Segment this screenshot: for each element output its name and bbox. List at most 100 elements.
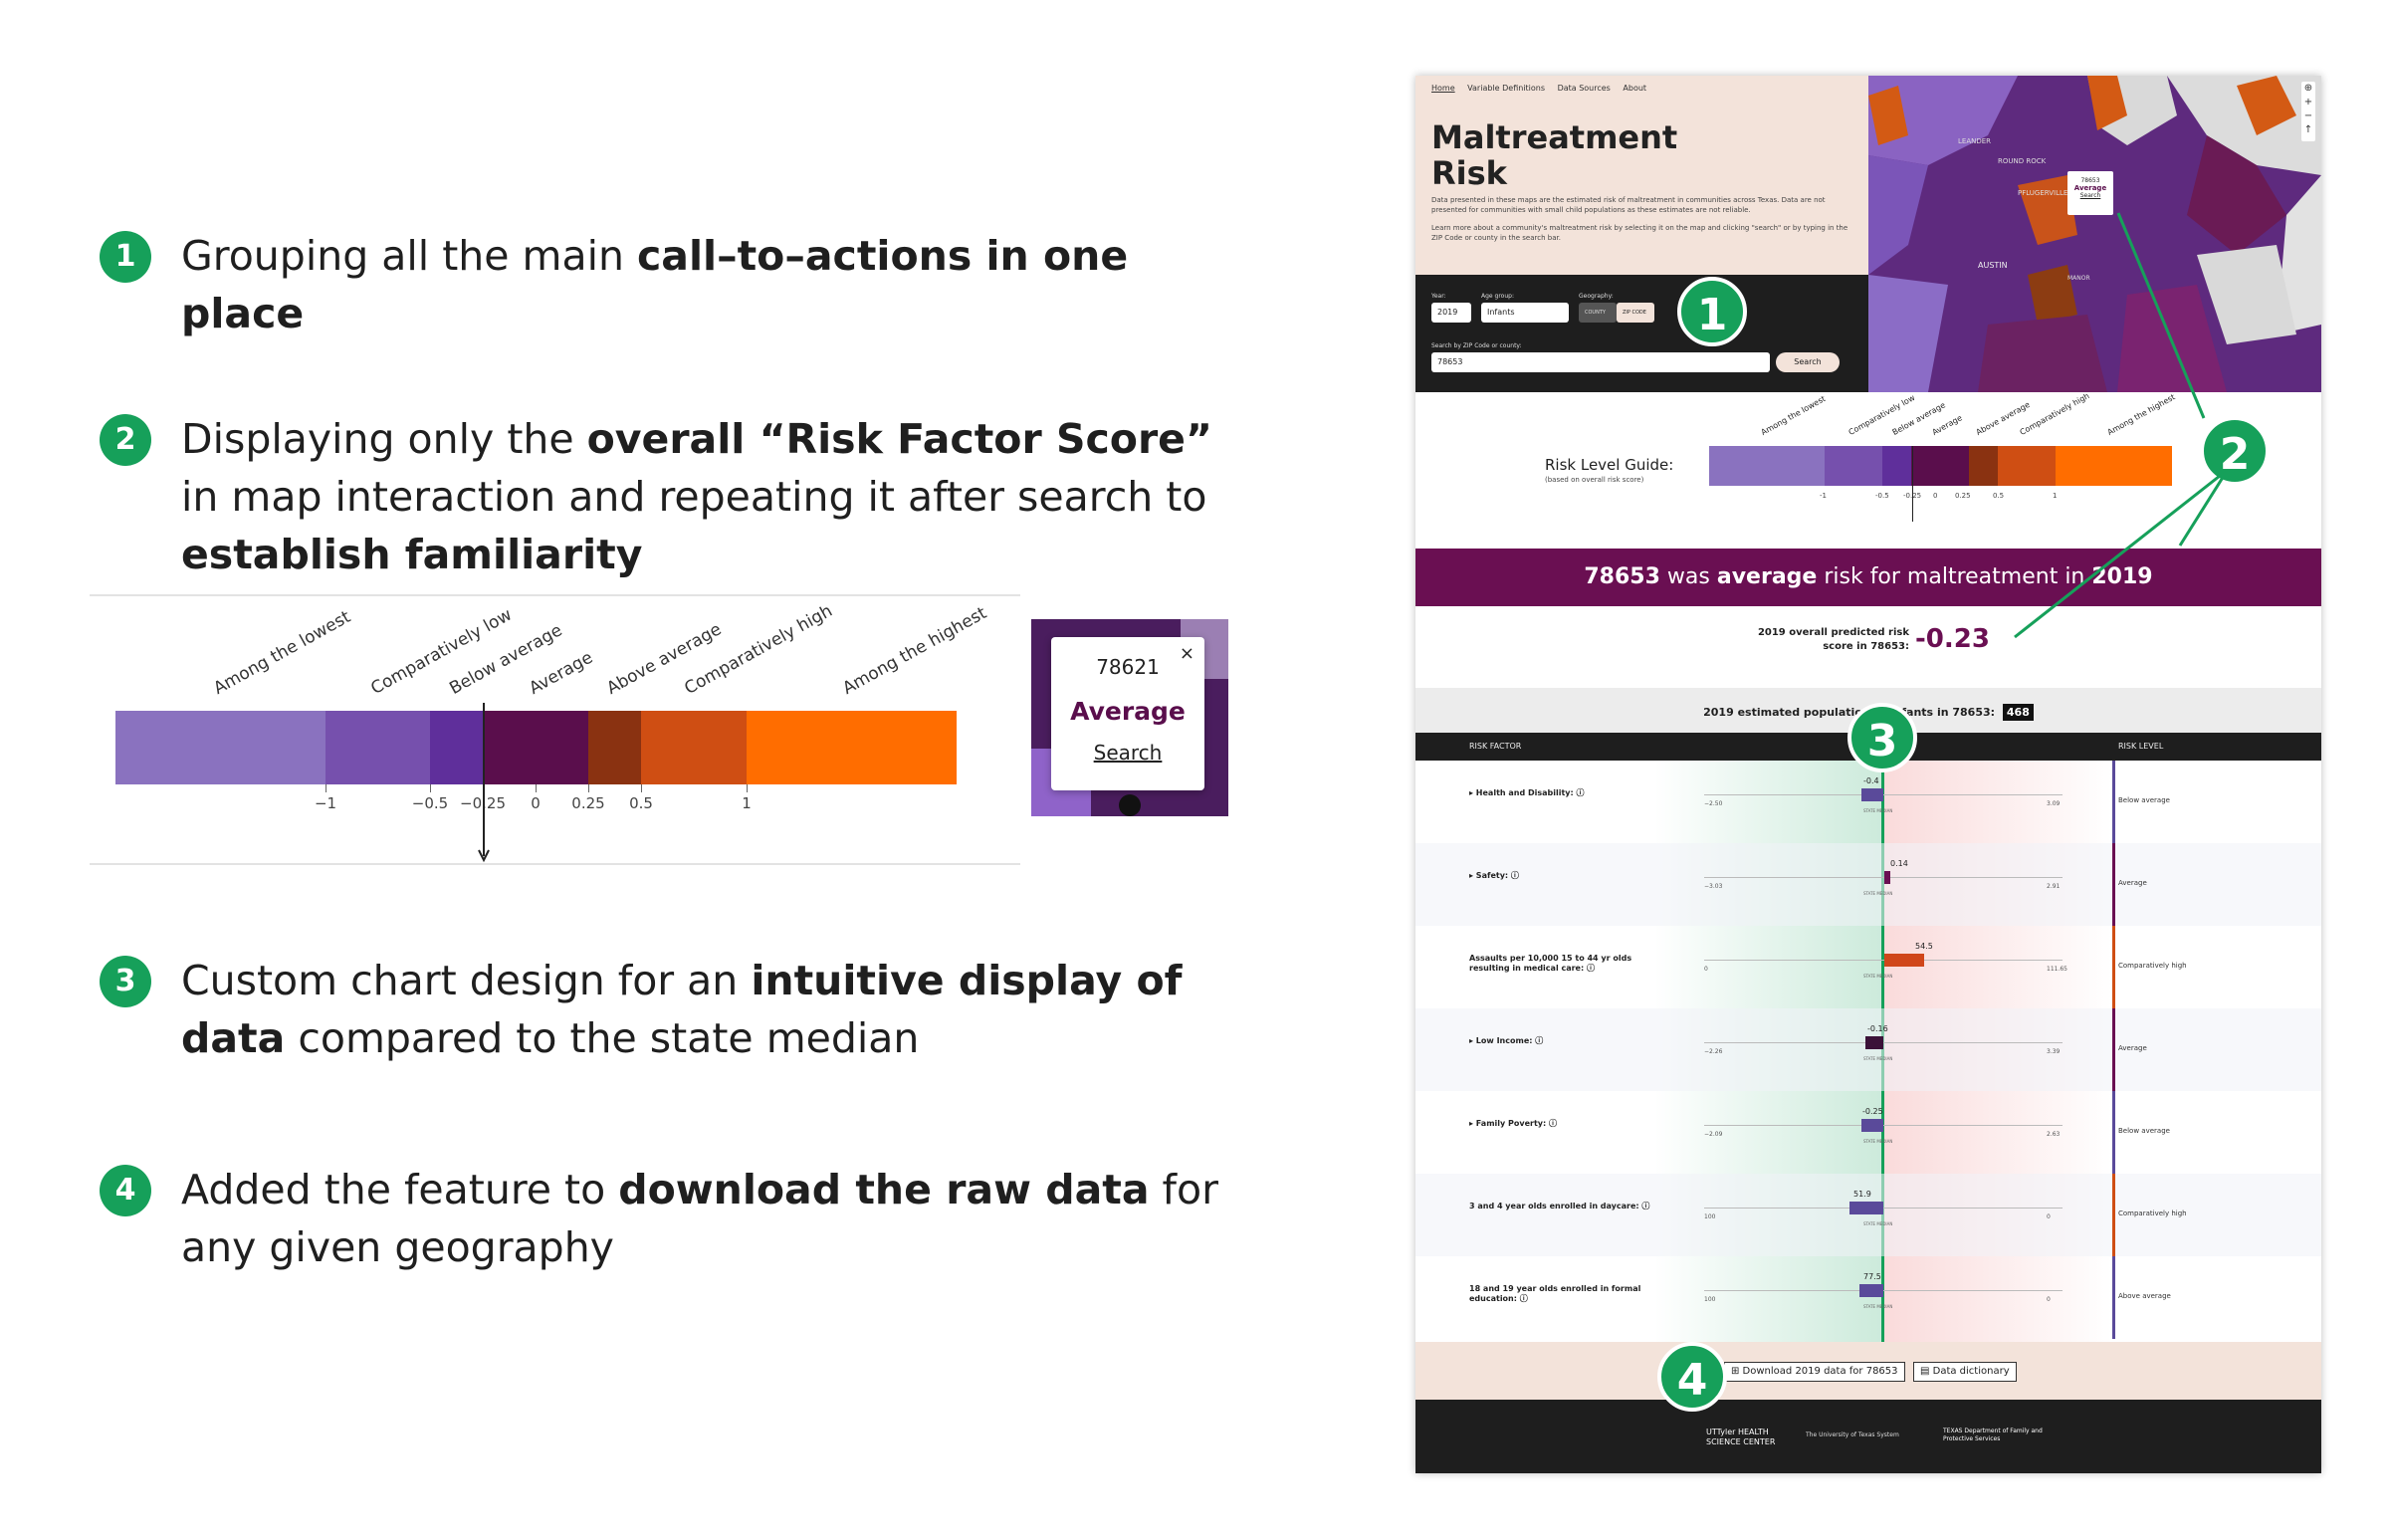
badge-3: 3: [1847, 703, 1917, 772]
intro-text: Data presented in these maps are the est…: [1431, 196, 1848, 242]
value-label: 51.9: [1853, 1190, 1871, 1199]
state-median-label: STATE MEDIAN: [1863, 1139, 1893, 1144]
tick-mark: [641, 784, 642, 792]
nav-about[interactable]: About: [1623, 84, 1646, 93]
site-nav: Home Variable Definitions Data Sources A…: [1431, 84, 1656, 93]
table-row[interactable]: 18 and 19 year olds enrolled in formal e…: [1415, 1256, 2321, 1339]
category-label: Among the lowest: [210, 606, 354, 699]
range-axis: [1704, 1125, 2063, 1126]
nav-variable-definitions[interactable]: Variable Definitions: [1467, 84, 1545, 93]
dfps-logo: TEXAS Department of Family and Protectiv…: [1943, 1428, 2043, 1442]
download-bar: ⊞ Download 2019 data for 78653 ▤ Data di…: [1415, 1342, 2321, 1400]
age-group-select[interactable]: Infants: [1481, 303, 1569, 323]
close-icon[interactable]: ×: [1180, 643, 1194, 664]
value-bar: [1884, 871, 1890, 884]
risk-level-text: Below average: [2118, 1127, 2170, 1135]
year-select[interactable]: 2019: [1431, 303, 1471, 323]
value-label: -0.4: [1863, 776, 1879, 785]
range-min: 100: [1704, 1213, 1716, 1220]
data-dictionary-button[interactable]: ▤ Data dictionary: [1913, 1362, 2017, 1382]
search-button[interactable]: Search: [1776, 352, 1840, 372]
callout-number: 2: [100, 414, 151, 466]
geography-label: Geography:: [1579, 293, 1614, 300]
risk-segment: [483, 711, 588, 784]
category-label: Comparatively low: [367, 604, 516, 699]
value-label: -0.25: [1862, 1107, 1883, 1116]
risk-level-text: Comparatively high: [2118, 962, 2187, 970]
table-row[interactable]: ▸ Health and Disability: ⓘ −2.50 3.09 -0.4 S…: [1415, 761, 2321, 843]
badge-2: 2: [2200, 416, 2270, 486]
table-row[interactable]: ▸ Low Income: ⓘ −2.26 3.39 -0.16 STATE MEDIA…: [1415, 1008, 2321, 1091]
tick-label: −1: [314, 794, 337, 812]
col-risk-factor: RISK FACTOR: [1469, 742, 1522, 751]
badge-1: 1: [1677, 277, 1747, 346]
risk-factor-label: ▸ Safety: ⓘ: [1469, 871, 1519, 880]
range-min: −2.26: [1704, 1048, 1723, 1055]
range-min: −3.03: [1704, 883, 1723, 890]
badge-4: 4: [1657, 1342, 1727, 1412]
age-group-label: Age group:: [1481, 293, 1514, 300]
value-bar: [1859, 1284, 1883, 1297]
table-row[interactable]: Assaults per 10,000 15 to 44 yr olds res…: [1415, 926, 2321, 1008]
table-row[interactable]: ▸ Safety: ⓘ −3.03 2.91 0.14 STATE MEDIAN Aver…: [1415, 843, 2321, 926]
state-median-label: STATE MEDIAN: [1863, 1056, 1893, 1061]
nav-data-sources[interactable]: Data Sources: [1558, 84, 1611, 93]
ut-system-logo: The University of Texas System: [1806, 1431, 1899, 1438]
risk-map[interactable]: LEANDER ROUND ROCK PFLUGERVILLE AUSTIN M…: [1868, 76, 2321, 392]
range-axis: [1704, 877, 2063, 878]
geography-county-toggle[interactable]: COUNTY: [1579, 303, 1617, 323]
map-popup-thumbnail: 78621 × Average Search: [1031, 619, 1228, 816]
map-popup: 78621 × Average Search: [1051, 637, 1204, 790]
callout-2: 2 Displaying only the overall “Risk Fact…: [100, 410, 1244, 583]
range-axis: [1704, 1208, 2063, 1209]
category-label: Among the highest: [839, 603, 990, 699]
risk-factor-label: 3 and 4 year olds enrolled in daycare: ⓘ: [1469, 1202, 1650, 1210]
risk-level-indicator: [2112, 1256, 2115, 1339]
search-input[interactable]: 78653: [1431, 352, 1770, 372]
map-zoom-controls[interactable]: ⊕ + − ↑: [2301, 82, 2315, 141]
small-tick: 0.5: [1993, 492, 2005, 500]
callout-4: 4 Added the feature to download the raw …: [100, 1161, 1244, 1276]
score-value: -0.23: [1915, 624, 1990, 654]
callout-text: Custom chart design for an intuitive dis…: [181, 957, 1183, 1062]
map-label: MANOR: [2067, 275, 2090, 282]
col-risk-level: RISK LEVEL: [2118, 742, 2164, 751]
risk-level-indicator: [2112, 1174, 2115, 1256]
tick-label: −0.5: [411, 794, 449, 812]
risk-segment: [747, 711, 957, 784]
year-label: Year:: [1431, 293, 1446, 300]
map-shapes: [1868, 76, 2321, 392]
geography-zip-toggle[interactable]: ZIP CODE: [1617, 303, 1654, 323]
small-category-label: Among the lowest: [1759, 394, 1828, 437]
map-pin-icon: [1119, 794, 1141, 816]
nav-home[interactable]: Home: [1431, 84, 1455, 93]
range-max: 2.63: [2047, 1131, 2061, 1138]
risk-factor-label: ▸ Health and Disability: ⓘ: [1469, 788, 1585, 797]
score-label: 2019 overall predicted risk score in 786…: [1757, 627, 1909, 652]
risk-level-indicator: [2112, 926, 2115, 1008]
risk-level-text: Average: [2118, 1044, 2147, 1052]
range-min: −2.50: [1704, 800, 1723, 807]
table-row[interactable]: ▸ Family Poverty: ⓘ −2.09 2.63 -0.25 STATE M…: [1415, 1091, 2321, 1174]
page-title: Maltreatment Risk: [1431, 118, 1678, 192]
risk-factor-label: Assaults per 10,000 15 to 44 yr olds res…: [1469, 954, 1632, 973]
state-median-label: STATE MEDIAN: [1863, 1221, 1893, 1226]
range-min: −2.09: [1704, 1131, 1723, 1138]
risk-level-indicator: [2112, 843, 2115, 926]
category-label: Comparatively high: [681, 600, 836, 699]
range-max: 0: [2047, 1213, 2051, 1220]
table-row[interactable]: 3 and 4 year olds enrolled in daycare: ⓘ…: [1415, 1174, 2321, 1256]
risk-level-indicator: [2112, 1008, 2115, 1091]
small-tick: -1: [1820, 492, 1827, 500]
popup-search-link[interactable]: Search: [1051, 741, 1204, 765]
result-banner: 78653 was average risk for maltreatment …: [1415, 549, 2321, 606]
risk-segment: [430, 711, 483, 784]
score-marker-arrow: [478, 703, 490, 863]
tick-label: 0: [531, 794, 541, 812]
divider: [90, 594, 1020, 596]
download-data-button[interactable]: ⊞ Download 2019 data for 78653: [1724, 1362, 1905, 1382]
risk-factor-label: ▸ Low Income: ⓘ: [1469, 1036, 1544, 1045]
state-median-label: STATE MEDIAN: [1863, 891, 1893, 896]
range-axis: [1704, 1042, 2063, 1043]
search-controls: Year: 2019 Age group: Infants Geography:…: [1415, 275, 1868, 392]
